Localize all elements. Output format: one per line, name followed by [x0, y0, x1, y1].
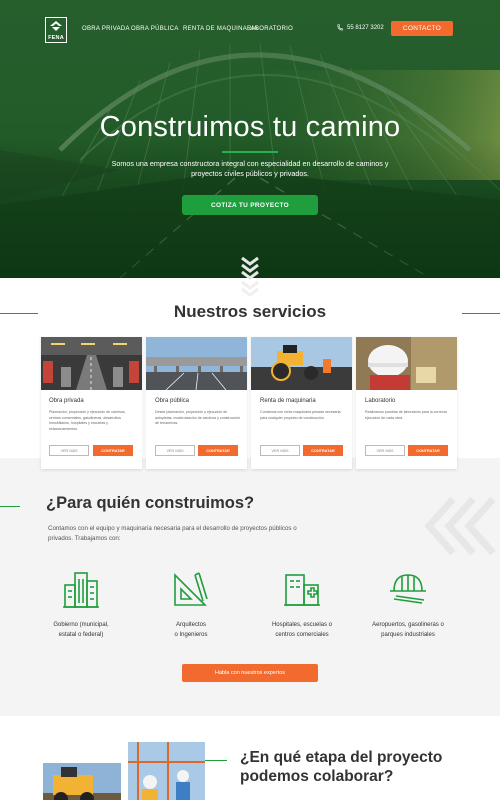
- nav-link-laboratorio[interactable]: LABORATORIO: [247, 26, 293, 32]
- decorative-chevrons-icon: [425, 497, 496, 555]
- hardhat-icon: [390, 574, 426, 604]
- top-navigation: FENA OBRA PRIVADA OBRA PÚBLICA RENTA DE …: [0, 0, 500, 58]
- who-item-line: Arquitectos: [175, 622, 206, 628]
- drafting-tools-icon: [174, 572, 208, 606]
- who-item-line: parques industriales: [381, 632, 435, 638]
- who-we-build-for-title: ¿Para quién construimos?: [46, 494, 255, 512]
- contract-button[interactable]: CONTRATAR: [198, 445, 238, 456]
- who-description: Contamos con el equipo y maquinaria nece…: [48, 525, 297, 542]
- who-item-line: centros comerciales: [275, 632, 329, 638]
- nav-phone[interactable]: 55 8127 3202: [337, 24, 384, 31]
- card-title: Laboratorio: [365, 398, 396, 404]
- who-item-arquitectos: Arquitectos o Ingenieros: [141, 620, 241, 640]
- see-more-button[interactable]: VER MÁS: [365, 445, 405, 456]
- decorative-line: [205, 760, 227, 761]
- who-item-line: Hospitales, escuelas o: [271, 622, 333, 628]
- parking-lot-image: [41, 337, 142, 390]
- card-description: Realizamos pruebas de laboratorio para l…: [365, 410, 447, 420]
- project-stage-title: ¿En qué etapa del proyecto podemos colab…: [240, 748, 470, 786]
- scroll-down-chevrons-icon[interactable]: [240, 256, 260, 296]
- road-roller-image: [251, 337, 352, 390]
- contract-button[interactable]: CONTRATAR: [303, 445, 343, 456]
- contract-button[interactable]: CONTRATAR: [93, 445, 133, 456]
- stage-title-line: podemos colaborar?: [240, 768, 394, 785]
- fena-logo[interactable]: FENA: [45, 17, 67, 43]
- nav-link-obra-privada[interactable]: OBRA PRIVADA: [82, 26, 130, 32]
- who-item-hospitales: Hospitales, escuelas o centros comercial…: [252, 620, 352, 640]
- quote-project-button[interactable]: COTIZA TU PROYECTO: [182, 195, 318, 215]
- card-description: Desde planeación, proyección y ejecución…: [155, 410, 241, 425]
- logo-text: FENA: [48, 35, 64, 41]
- who-item-line: Gobierno (municipal,: [53, 622, 109, 628]
- card-title: Renta de maquinaria: [260, 398, 316, 404]
- hero-title: Construimos tu camino: [99, 111, 401, 143]
- talk-to-experts-button[interactable]: Habla con nuestros expertos: [182, 664, 318, 682]
- highway-image: [146, 337, 247, 390]
- phone-icon: [337, 24, 343, 31]
- decorative-line-left: [0, 506, 20, 507]
- construction-workers-image: [128, 742, 205, 800]
- who-item-aeropuertos: Aeropuertos, gasolineras o parques indus…: [358, 620, 458, 640]
- hospital-icon: [284, 574, 320, 606]
- hero-section: FENA OBRA PRIVADA OBRA PÚBLICA RENTA DE …: [0, 0, 500, 278]
- decorative-line-right: [462, 313, 500, 314]
- see-more-button[interactable]: VER MÁS: [260, 445, 300, 456]
- buildings-icon: [63, 572, 99, 608]
- contract-button[interactable]: CONTRATAR: [408, 445, 448, 456]
- stage-title-line: ¿En qué etapa del proyecto: [240, 749, 443, 766]
- construction-machine-image: [43, 763, 121, 800]
- see-more-button[interactable]: VER MÁS: [155, 445, 195, 456]
- card-title: Obra pública: [155, 398, 190, 404]
- hero-title-underline: [222, 151, 278, 153]
- logo-mark-icon: [50, 21, 62, 31]
- services-title: Nuestros servicios: [173, 302, 327, 321]
- see-more-button[interactable]: VER MÁS: [49, 445, 89, 456]
- who-item-gobierno: Gobierno (municipal, estatal o federal): [31, 620, 131, 640]
- card-title: Obra privada: [49, 398, 84, 404]
- phone-number: 55 8127 3202: [347, 24, 384, 31]
- card-description: Contamos con renta maquinaria pesada nec…: [260, 410, 341, 420]
- page: FENA OBRA PRIVADA OBRA PÚBLICA RENTA DE …: [0, 0, 500, 800]
- card-description: Planeación, proyección y ejecución de ca…: [49, 410, 126, 431]
- who-item-line: Aeropuertos, gasolineras o: [372, 622, 444, 628]
- who-item-line: estatal o federal): [58, 632, 104, 638]
- nav-link-obra-publica[interactable]: OBRA PÚBLICA: [131, 26, 179, 32]
- lab-worker-image: [356, 337, 457, 390]
- hero-subtitle: Somos una empresa constructora integral …: [111, 159, 389, 178]
- contact-button[interactable]: CONTACTO: [391, 21, 453, 36]
- who-item-line: o Ingenieros: [174, 632, 208, 638]
